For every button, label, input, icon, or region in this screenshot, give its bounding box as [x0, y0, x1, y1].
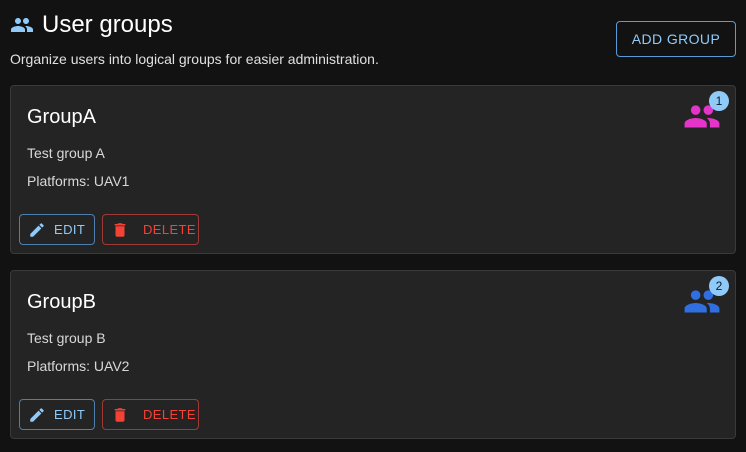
edit-button[interactable]: EDIT	[19, 214, 95, 245]
title-row: User groups	[10, 10, 173, 40]
group-name: GroupB	[27, 291, 96, 313]
member-count-badge: 1	[709, 91, 729, 111]
page-header: User groups Organize users into logical …	[0, 0, 746, 80]
group-platforms: Platforms: UAV2	[27, 358, 130, 374]
group-name: GroupA	[27, 106, 96, 128]
group-icon	[10, 13, 34, 37]
group-card: GroupB Test group B Platforms: UAV2 2 ED…	[10, 270, 736, 439]
group-description: Test group A	[27, 145, 105, 161]
delete-label: DELETE	[143, 222, 196, 237]
member-count-badge: 2	[709, 276, 729, 296]
pencil-icon	[28, 406, 46, 424]
trash-icon	[111, 221, 129, 239]
group-card: GroupA Test group A Platforms: UAV1 1 ED…	[10, 85, 736, 254]
edit-label: EDIT	[54, 407, 86, 422]
group-platforms: Platforms: UAV1	[27, 173, 130, 189]
edit-label: EDIT	[54, 222, 86, 237]
delete-label: DELETE	[143, 407, 196, 422]
page-subtitle: Organize users into logical groups for e…	[10, 51, 379, 67]
edit-button[interactable]: EDIT	[19, 399, 95, 430]
delete-button[interactable]: DELETE	[102, 214, 199, 245]
trash-icon	[111, 406, 129, 424]
pencil-icon	[28, 221, 46, 239]
group-description: Test group B	[27, 330, 106, 346]
delete-button[interactable]: DELETE	[102, 399, 199, 430]
page-title: User groups	[42, 11, 173, 38]
add-group-button[interactable]: ADD GROUP	[616, 21, 736, 57]
